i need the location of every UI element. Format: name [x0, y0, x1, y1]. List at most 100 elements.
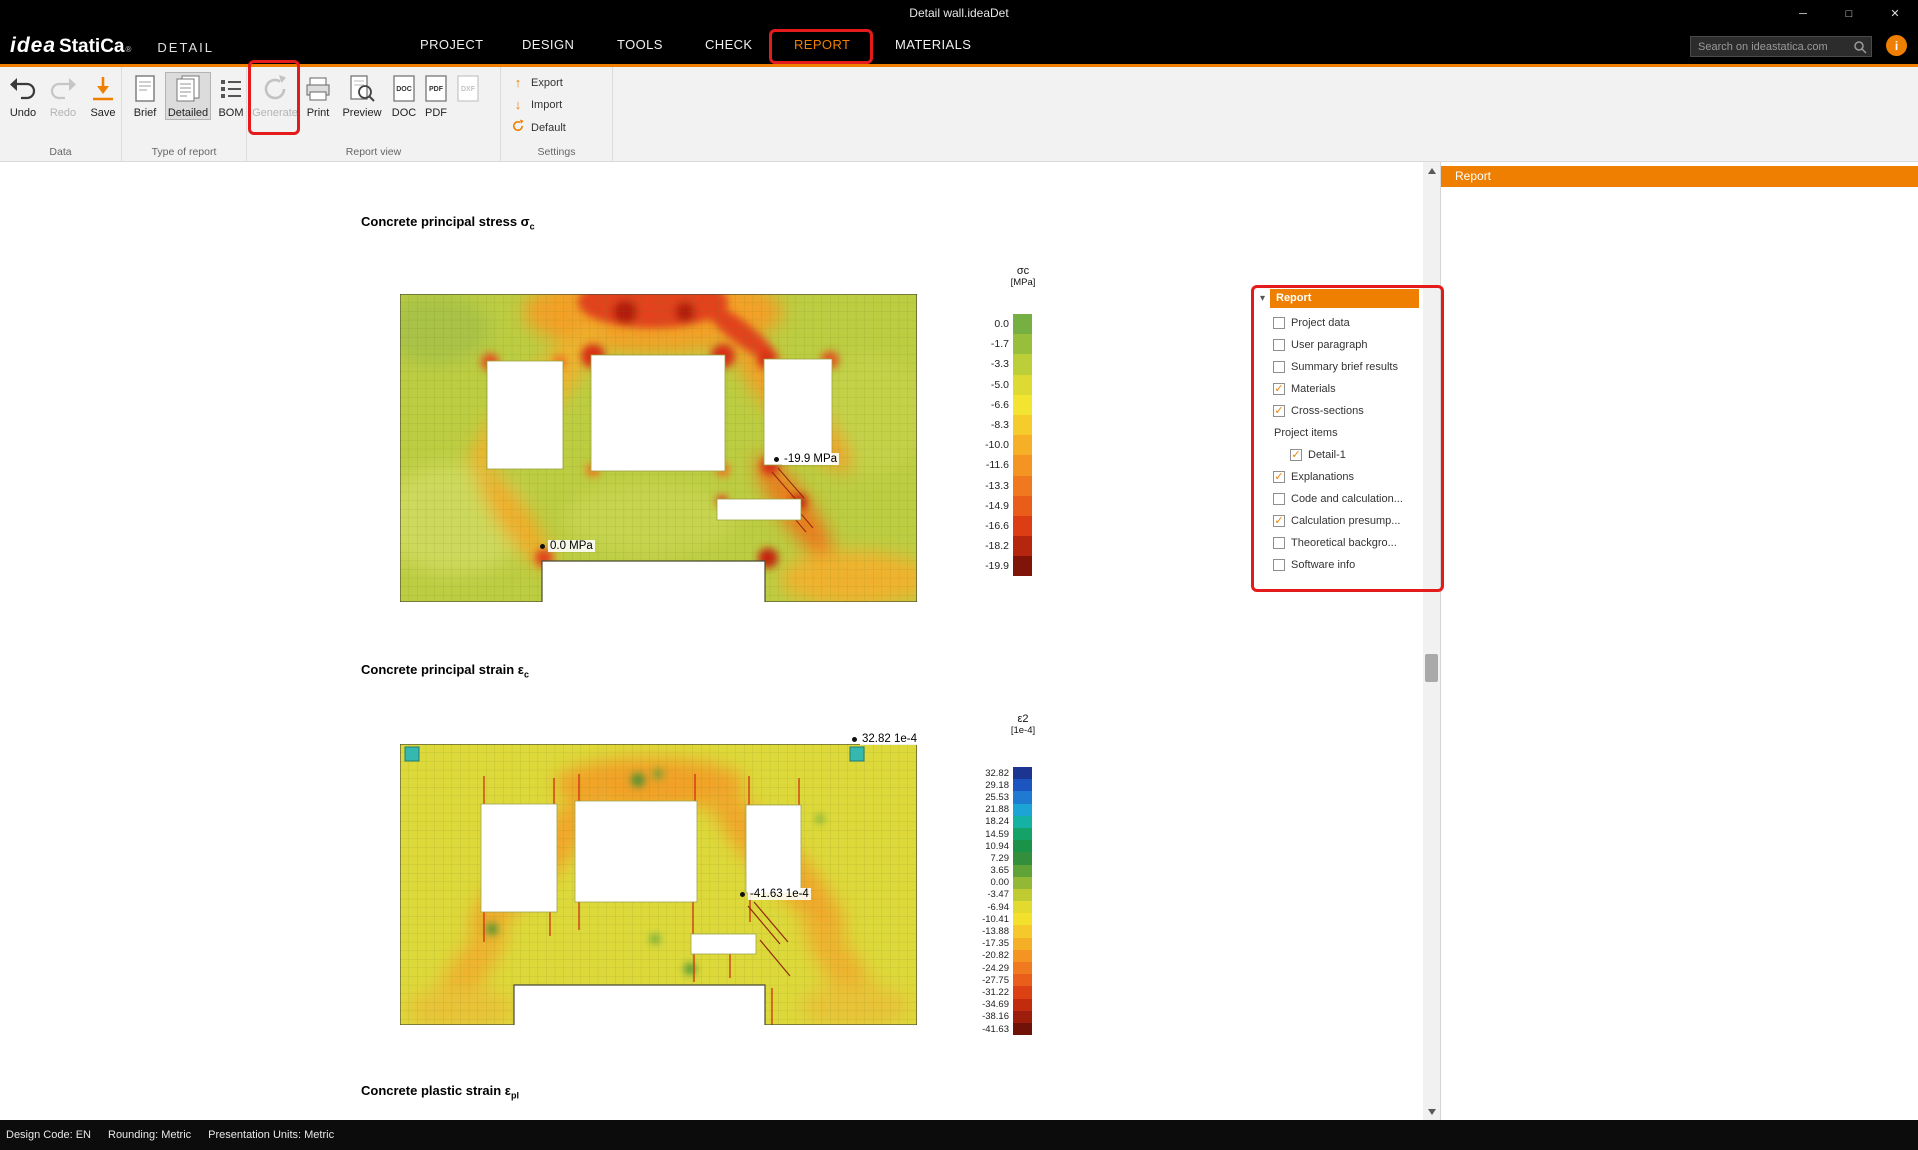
legend-color-swatch	[1013, 375, 1032, 395]
search-box	[1690, 36, 1872, 57]
ribbon-group-report-view: Generate Print Preview DOC DOC	[247, 67, 501, 161]
report-chapter-item[interactable]: Code and calculation...	[1273, 488, 1419, 510]
checkbox-checked[interactable]: ✓	[1273, 383, 1285, 395]
chapter-label: Calculation presump...	[1291, 515, 1400, 527]
legend-entry: -13.88	[975, 925, 1032, 937]
menu-design[interactable]: DESIGN	[522, 37, 574, 52]
redo-button: Redo	[46, 73, 80, 119]
app-logo: idea StatiCa ® DETAIL	[10, 34, 214, 58]
menu-report[interactable]: REPORT	[794, 37, 850, 52]
close-button[interactable]: ✕	[1872, 0, 1918, 27]
legend-color-swatch	[1013, 1011, 1032, 1023]
bom-button[interactable]: BOM	[216, 73, 246, 119]
report-chapter-item[interactable]: Theoretical backgro...	[1273, 532, 1419, 554]
legend-entry: -6.6	[975, 395, 1032, 415]
scroll-down-arrow-icon[interactable]	[1423, 1103, 1440, 1120]
legend-value: -11.6	[975, 459, 1013, 471]
legend-entry: -19.9	[975, 556, 1032, 576]
legend-color-swatch	[1013, 865, 1032, 877]
save-button[interactable]: Save	[86, 73, 120, 119]
menu-materials[interactable]: MATERIALS	[895, 37, 971, 52]
report-chapter-item[interactable]: ✓Detail-1	[1290, 444, 1419, 466]
legend-value: 3.65	[975, 865, 1013, 876]
status-design-code: Design Code: EN	[6, 1129, 91, 1141]
titlebar: Detail wall.ideaDet ─ □ ✕	[0, 0, 1918, 27]
pdf-file-icon: PDF	[424, 73, 448, 105]
menu-check[interactable]: CHECK	[705, 37, 753, 52]
checkbox-checked[interactable]: ✓	[1290, 449, 1302, 461]
window-title: Detail wall.ideaDet	[909, 6, 1008, 20]
legend-value: -31.22	[975, 987, 1013, 998]
legend-value: 32.82	[975, 768, 1013, 779]
menu-project[interactable]: PROJECT	[420, 37, 483, 52]
report-chapter-item[interactable]: Software info	[1273, 554, 1419, 576]
undo-button[interactable]: Undo	[6, 73, 40, 119]
report-chapter-item[interactable]: ✓ Materials	[1273, 378, 1419, 400]
report-chapter-item[interactable]: Summary brief results	[1273, 356, 1419, 378]
chevron-down-icon[interactable]: ▾	[1255, 293, 1270, 304]
detailed-button[interactable]: Detailed	[166, 73, 210, 119]
menu-tools[interactable]: TOOLS	[617, 37, 663, 52]
print-button[interactable]: Print	[303, 73, 333, 119]
ribbon-group-type-of-report: Brief Detailed BOM Type of report	[122, 67, 247, 161]
chapter-label: Cross-sections	[1291, 405, 1364, 417]
legend-entry: 14.59	[975, 828, 1032, 840]
chapter-label: Materials	[1291, 383, 1336, 395]
info-icon[interactable]: i	[1886, 35, 1907, 56]
checkbox-unchecked[interactable]	[1273, 339, 1285, 351]
report-chapter-item[interactable]: Project data	[1273, 312, 1419, 334]
window-controls: ─ □ ✕	[1780, 0, 1918, 27]
checkbox-checked[interactable]: ✓	[1273, 515, 1285, 527]
doc-export-button[interactable]: DOC DOC	[391, 73, 417, 119]
legend-value: -10.0	[975, 439, 1013, 451]
strain-color-scale: 32.8229.1825.5321.8818.2414.5910.947.293…	[975, 767, 1032, 1035]
preview-button[interactable]: Preview	[339, 73, 385, 119]
legend-value: -5.0	[975, 379, 1013, 391]
checkbox-unchecked[interactable]	[1273, 317, 1285, 329]
menubar: idea StatiCa ® DETAIL PROJECT DESIGN TOO…	[0, 27, 1918, 67]
legend-entry: -6.94	[975, 901, 1032, 913]
report-chapter-item[interactable]: ✓ Cross-sections	[1273, 400, 1419, 422]
checkbox-checked[interactable]: ✓	[1273, 405, 1285, 417]
legend-entry: -11.6	[975, 455, 1032, 475]
search-input[interactable]	[1691, 38, 1871, 57]
legend-color-swatch	[1013, 395, 1032, 415]
statusbar: Design Code: EN Rounding: Metric Present…	[0, 1120, 1918, 1150]
report-chapter-item[interactable]: ✓Explanations	[1273, 466, 1419, 488]
checkbox-unchecked[interactable]	[1273, 559, 1285, 571]
pdf-export-button[interactable]: PDF PDF	[423, 73, 449, 119]
reset-circular-arrow-icon	[511, 119, 525, 136]
annotation-dot	[540, 544, 545, 549]
legend-color-swatch	[1013, 877, 1032, 889]
scrollbar-thumb[interactable]	[1425, 654, 1438, 682]
ribbon: Undo Redo Save Data Brief	[0, 67, 1918, 162]
import-settings-button[interactable]: ↓ Import	[511, 97, 612, 112]
chapter-label: Code and calculation...	[1291, 493, 1403, 505]
legend-value: -13.3	[975, 480, 1013, 492]
scroll-up-arrow-icon[interactable]	[1423, 162, 1440, 179]
checkbox-checked[interactable]: ✓	[1273, 471, 1285, 483]
legend-entry: 0.0	[975, 314, 1032, 334]
maximize-button[interactable]: □	[1826, 0, 1872, 27]
report-chapter-item[interactable]: User paragraph	[1273, 334, 1419, 356]
legend-value: 14.59	[975, 829, 1013, 840]
legend-color-swatch	[1013, 804, 1032, 816]
legend-color-swatch	[1013, 999, 1032, 1011]
legend-entry: -24.29	[975, 962, 1032, 974]
brief-button[interactable]: Brief	[130, 73, 160, 119]
legend-value: -16.6	[975, 520, 1013, 532]
report-chapter-item[interactable]: ✓ Calculation presump...	[1273, 510, 1419, 532]
checkbox-unchecked[interactable]	[1273, 361, 1285, 373]
checkbox-unchecked[interactable]	[1273, 537, 1285, 549]
report-tree-header[interactable]: Report	[1270, 289, 1419, 308]
search-icon[interactable]	[1853, 40, 1867, 59]
legend-color-swatch	[1013, 496, 1032, 516]
default-settings-button[interactable]: Default	[511, 119, 612, 136]
generate-button: Generate	[253, 73, 297, 119]
arrow-down-icon: ↓	[511, 97, 525, 112]
vertical-scrollbar[interactable]	[1423, 162, 1440, 1120]
minimize-button[interactable]: ─	[1780, 0, 1826, 27]
checkbox-unchecked[interactable]	[1273, 493, 1285, 505]
export-settings-button[interactable]: ↑ Export	[511, 75, 612, 90]
legend-color-swatch	[1013, 950, 1032, 962]
